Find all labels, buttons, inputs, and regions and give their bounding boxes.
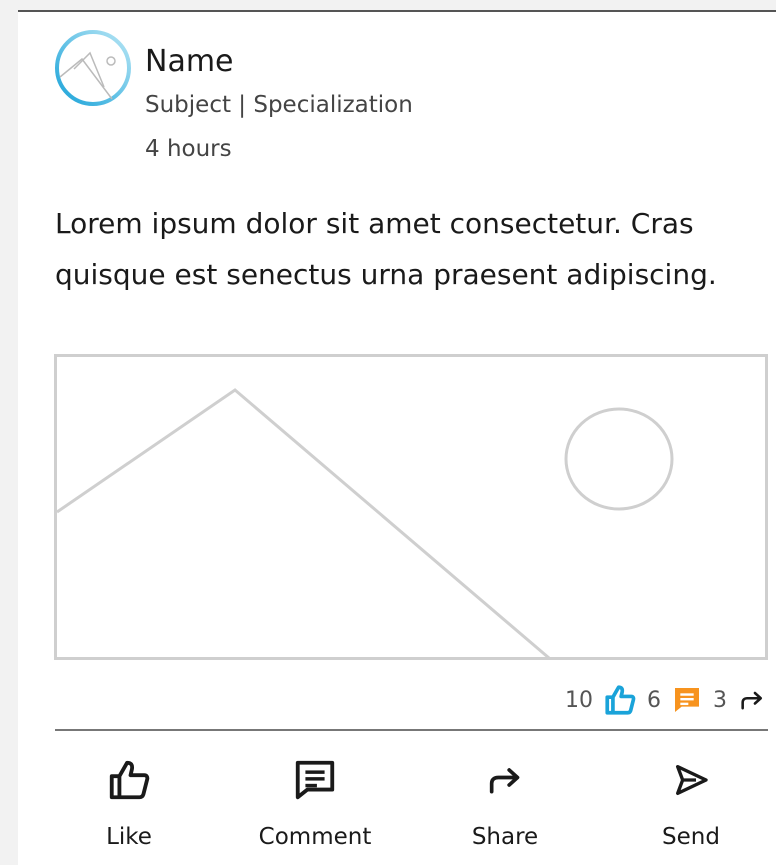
divider: [55, 729, 768, 731]
send-label: Send: [662, 824, 720, 850]
post-timestamp: 4 hours: [145, 136, 232, 162]
like-label: Like: [106, 824, 152, 850]
comments-count: 6: [647, 687, 661, 713]
share-button[interactable]: Share: [430, 752, 580, 850]
author-subtitle: Subject | Specialization: [145, 92, 413, 118]
engagement-stats: 10 6 3: [565, 680, 768, 720]
author-avatar[interactable]: [54, 29, 132, 107]
like-button[interactable]: Like: [54, 752, 204, 850]
comment-icon: [295, 760, 335, 800]
comment-button[interactable]: Comment: [240, 752, 390, 850]
share-arrow-icon[interactable]: [736, 686, 768, 714]
author-name[interactable]: Name: [145, 44, 234, 79]
share-label: Share: [471, 824, 539, 850]
image-placeholder: [54, 354, 768, 660]
share-arrow-icon: [489, 768, 520, 794]
post-card: Name Subject | Specialization 4 hours Lo…: [18, 10, 776, 865]
send-icon: [676, 765, 708, 795]
post-image[interactable]: [54, 354, 768, 660]
post-body: Lorem ipsum dolor sit amet consectetur. …: [55, 207, 717, 291]
thumbs-up-icon[interactable]: [602, 683, 638, 717]
comment-icon[interactable]: [670, 684, 704, 716]
shares-count: 3: [713, 687, 727, 713]
thumbs-up-icon: [109, 760, 150, 800]
send-button[interactable]: Send: [616, 752, 766, 850]
image-placeholder-icon: [55, 30, 131, 106]
likes-count: 10: [565, 687, 593, 713]
comment-label: Comment: [258, 824, 372, 850]
